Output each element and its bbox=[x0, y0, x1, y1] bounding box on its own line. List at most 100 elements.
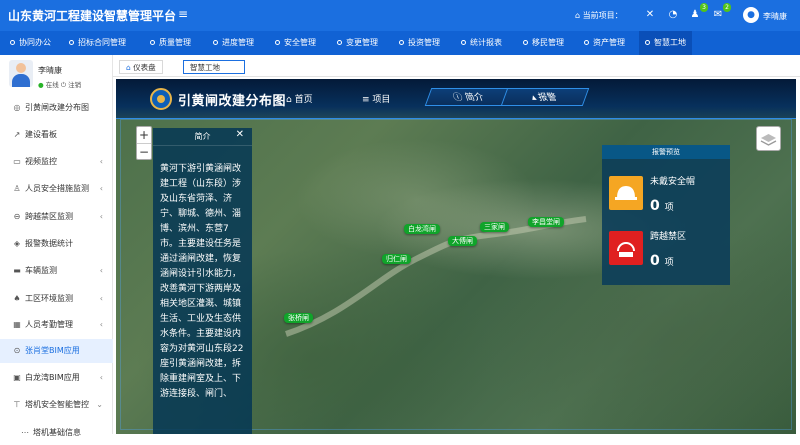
online-dot-icon: ● bbox=[38, 81, 44, 89]
chevron-icon: ‹ bbox=[99, 184, 103, 193]
nav-item[interactable]: 变更管理 bbox=[337, 31, 378, 55]
fullscreen-icon[interactable]: ✕ bbox=[643, 8, 657, 22]
current-project-label: 当前项目： bbox=[582, 11, 623, 20]
bell-icon[interactable]: ♟ 3 bbox=[688, 3, 708, 22]
chevron-icon: ‹ bbox=[99, 157, 103, 166]
map-marker[interactable]: 李昌堂闸 bbox=[528, 217, 564, 227]
intro-panel: 简介 ✕ 黄河下游引黄涵闸改建工程（山东段）涉及山东省菏泽、济宁、聊城、德州、淄… bbox=[153, 128, 252, 434]
layers-icon[interactable] bbox=[756, 126, 781, 151]
restricted-zone-count: 0 项 bbox=[650, 253, 674, 269]
nav-item[interactable]: 移民管理 bbox=[523, 31, 564, 55]
online-label: 在线 bbox=[45, 81, 59, 89]
sidebar-item[interactable]: ◎ 引黄闸改建分布图 bbox=[0, 96, 113, 120]
nav-item[interactable]: 安全管理 bbox=[275, 31, 316, 55]
home-icon: ⌂ bbox=[286, 95, 292, 105]
map-view[interactable]: 引黄闸改建分布图 ⌂ 首页 ≡ 项目 ⓘ 简介 ▴ 报警 + − 简介 ✕ 黄河… bbox=[116, 79, 796, 434]
sidebar-item[interactable]: ▣ 白龙湾BIM应用 ‹ bbox=[0, 366, 113, 390]
truck-icon: ▬ bbox=[13, 266, 21, 275]
monitor-icon: ▣ bbox=[13, 373, 21, 382]
nav-home[interactable]: ⌂ 首页 bbox=[286, 93, 313, 107]
sidebar-item[interactable]: ♙ 人员安全措施监测 ‹ bbox=[0, 177, 113, 201]
sidebar-item[interactable]: ▭ 视频监控 ‹ bbox=[0, 150, 113, 174]
chevron-icon: ‹ bbox=[99, 373, 103, 382]
nav-item[interactable]: 投资管理 bbox=[399, 31, 440, 55]
chevron-icon: ⌄ bbox=[96, 400, 103, 409]
nav-alarm-button[interactable]: ▴ 报警 bbox=[500, 88, 590, 106]
power-icon[interactable]: ⏻ bbox=[61, 81, 66, 89]
message-icon[interactable]: ✉ 2 bbox=[711, 3, 731, 22]
logo-icon bbox=[150, 88, 172, 110]
no-helmet-count: 0 项 bbox=[650, 198, 674, 214]
person-icon: ♙ bbox=[13, 184, 21, 193]
sidebar-item[interactable]: ▬ 车辆监测 ‹ bbox=[0, 259, 113, 283]
nav-dot-icon bbox=[10, 40, 15, 45]
nav-item[interactable]: 资产管理 bbox=[584, 31, 625, 55]
zoom-out-button[interactable]: − bbox=[137, 144, 151, 160]
menu-toggle-icon[interactable]: ≡ bbox=[178, 7, 188, 21]
sidebar-subitem[interactable]: ⋯ 塔机基础信息 bbox=[0, 421, 113, 445]
alarm-preview-panel: 报警预览 未戴安全帽 0 项 跨越禁区 0 项 bbox=[602, 145, 730, 285]
top-bar: 山东黄河工程建设智慧管理平台 ≡ ⌂ 当前项目： ✕ ◔ ♟ 3 ✉ 2 ● 李晴康 bbox=[0, 0, 800, 31]
sidebar-item[interactable]: ⊤ 塔机安全智能管控 ⌄ bbox=[0, 393, 113, 417]
sidebar-item[interactable]: ↗ 建设看板 bbox=[0, 123, 113, 147]
restricted-zone-svg bbox=[617, 242, 635, 257]
list-icon: ≡ bbox=[362, 95, 370, 105]
message-badge: 2 bbox=[723, 3, 731, 12]
tab-dashboard[interactable]: ⌂ 仪表盘 bbox=[119, 60, 163, 74]
map-marker[interactable]: 大傅闸 bbox=[448, 236, 477, 246]
map-marker[interactable]: 张桥闸 bbox=[284, 313, 313, 323]
sidebar-item[interactable]: ♠ 工区环境监测 ‹ bbox=[0, 287, 113, 311]
home-icon: ⌂ bbox=[126, 63, 131, 72]
sidebar-item[interactable]: ⊖ 跨越禁区监测 ‹ bbox=[0, 205, 113, 229]
no-entry-icon: ⊖ bbox=[13, 212, 21, 221]
trend-icon: ↗ bbox=[13, 130, 21, 139]
map-marker[interactable]: 归仁闸 bbox=[382, 254, 411, 264]
sidebar-item[interactable]: ▦ 人员考勤管理 ‹ bbox=[0, 313, 113, 337]
chevron-icon: ‹ bbox=[99, 266, 103, 275]
tab-bar: ⌂ 仪表盘 智慧工地 bbox=[113, 55, 800, 77]
helmet-icon bbox=[609, 176, 643, 210]
nav-dot-icon bbox=[337, 40, 342, 45]
nav-dot-icon bbox=[645, 40, 650, 45]
app-title: 山东黄河工程建设智慧管理平台 bbox=[8, 9, 177, 23]
helmet-svg bbox=[615, 186, 637, 200]
intro-text: 黄河下游引黄涵闸改建工程（山东段）涉及山东省菏泽、济宁、聊城、德州、淄博、滨州、… bbox=[160, 164, 244, 399]
dashboard-icon[interactable]: ◔ bbox=[666, 8, 680, 22]
tab-smart-site[interactable]: 智慧工地 bbox=[183, 60, 245, 74]
nav-item[interactable]: 质量管理 bbox=[150, 31, 191, 55]
sidebar-item-active[interactable]: ⊙ 张肖堂BIM应用 bbox=[0, 339, 113, 363]
dots-icon: ⋯ bbox=[21, 428, 29, 437]
sidebar-item[interactable]: ◈ 报警数据统计 bbox=[0, 232, 113, 256]
close-icon[interactable]: ✕ bbox=[236, 129, 244, 140]
no-helmet-label: 未戴安全帽 bbox=[650, 177, 696, 187]
logout-link[interactable]: 注销 bbox=[68, 81, 81, 89]
nav-item[interactable]: 招标合同管理 bbox=[69, 31, 126, 55]
map-marker[interactable]: 白龙湾闸 bbox=[404, 224, 440, 234]
nav-dot-icon bbox=[150, 40, 155, 45]
sidebar: 李晴康 ● 在线 ⏻ 注销 ◎ 引黄闸改建分布图 ↗ 建设看板 ▭ 视频监控 ‹ ♙ 人员… bbox=[0, 55, 113, 437]
user-name[interactable]: 李晴康 bbox=[763, 11, 787, 22]
nav-dot-icon bbox=[69, 40, 74, 45]
zoom-in-button[interactable]: + bbox=[137, 127, 151, 143]
nav-item[interactable]: 统计报表 bbox=[461, 31, 502, 55]
nav-dot-icon bbox=[399, 40, 404, 45]
nav-item[interactable]: 协同办公 bbox=[10, 31, 51, 55]
globe-icon: ◎ bbox=[13, 103, 21, 112]
current-project[interactable]: ⌂ 当前项目： bbox=[575, 10, 623, 21]
chevron-icon: ‹ bbox=[99, 212, 103, 221]
nav-item-active[interactable]: 智慧工地 bbox=[639, 31, 692, 55]
nav-project[interactable]: ≡ 项目 bbox=[362, 93, 390, 107]
user-block: 李晴康 ● 在线 ⏻ 注销 bbox=[0, 55, 113, 95]
avatar[interactable]: ● bbox=[743, 7, 759, 23]
avatar-head bbox=[16, 63, 26, 73]
map-header: 引黄闸改建分布图 ⌂ 首页 ≡ 项目 ⓘ 简介 ▴ 报警 bbox=[116, 79, 796, 119]
map-marker[interactable]: 三家闸 bbox=[480, 222, 509, 232]
user-avatar bbox=[9, 60, 33, 87]
chevron-icon: ‹ bbox=[99, 294, 103, 303]
nav-intro-button[interactable]: ⓘ 简介 bbox=[424, 88, 514, 106]
calendar-icon: ▦ bbox=[13, 320, 21, 329]
main-nav: 协同办公 招标合同管理 质量管理 进度管理 安全管理 变更管理 投资管理 统计报… bbox=[0, 31, 800, 55]
chevron-icon: ‹ bbox=[99, 320, 103, 329]
nav-item[interactable]: 进度管理 bbox=[213, 31, 254, 55]
crane-icon: ⊤ bbox=[13, 400, 21, 409]
